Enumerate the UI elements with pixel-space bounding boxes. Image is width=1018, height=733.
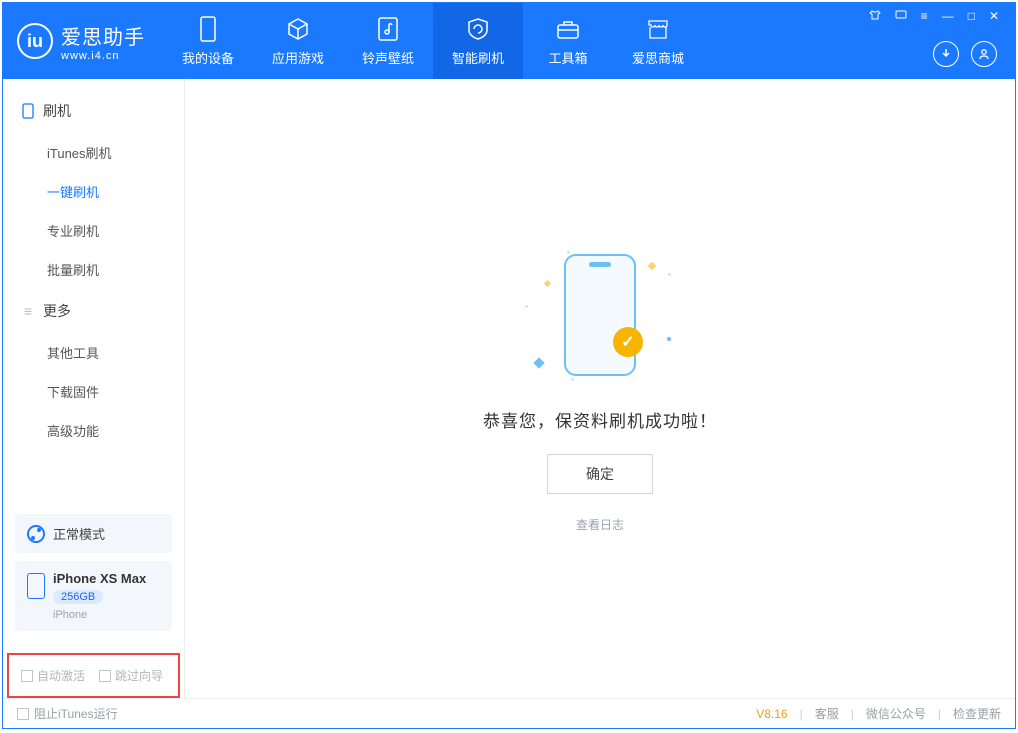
- nav-label: 工具箱: [548, 48, 587, 67]
- nav-label: 我的设备: [182, 48, 234, 67]
- list-icon: ≡: [21, 304, 35, 318]
- option-auto-activate[interactable]: 自动激活: [21, 667, 85, 684]
- sidebar-group-title: 更多: [43, 301, 71, 321]
- refresh-shield-icon: [465, 16, 491, 42]
- device-card[interactable]: iPhone XS Max 256GB iPhone: [15, 561, 172, 631]
- ok-button[interactable]: 确定: [547, 454, 653, 494]
- check-badge-icon: ✓: [613, 327, 643, 357]
- header: iu 爱思助手 www.i4.cn 我的设备 应用游戏 铃声壁纸 智能刷机: [3, 3, 1015, 79]
- top-nav: 我的设备 应用游戏 铃声壁纸 智能刷机 工具箱 爱思商城: [163, 3, 703, 79]
- device-capacity: 256GB: [53, 590, 103, 604]
- sidebar: 刷机 iTunes刷机 一键刷机 专业刷机 批量刷机 ≡ 更多 其他工具 下载固…: [3, 79, 185, 698]
- phone-small-icon: [21, 104, 35, 118]
- checkbox-icon[interactable]: [17, 708, 29, 720]
- sidebar-item-advanced[interactable]: 高级功能: [3, 411, 184, 450]
- view-log-link[interactable]: 查看日志: [576, 516, 624, 533]
- app-site: www.i4.cn: [61, 50, 145, 62]
- sparkle-icon: [533, 357, 544, 368]
- nav-label: 铃声壁纸: [362, 48, 414, 67]
- success-illustration: ✓: [515, 245, 685, 385]
- window-controls: ≡ — □ ✕: [867, 9, 1001, 24]
- menu-icon[interactable]: ≡: [919, 9, 930, 24]
- option-skip-guide[interactable]: 跳过向导: [99, 667, 163, 684]
- cube-icon: [285, 16, 311, 42]
- device-type: iPhone: [53, 609, 146, 621]
- success-message: 恭喜您，保资料刷机成功啦！: [483, 407, 717, 432]
- device-icon: [195, 16, 221, 42]
- nav-label: 爱思商城: [632, 48, 684, 67]
- app-logo: iu 爱思助手 www.i4.cn: [3, 21, 163, 62]
- sidebar-item-download-firmware[interactable]: 下载固件: [3, 372, 184, 411]
- sidebar-group-more: ≡ 更多: [3, 289, 184, 333]
- status-link-update[interactable]: 检查更新: [953, 705, 1001, 722]
- option-label: 跳过向导: [115, 667, 163, 684]
- logo-icon: iu: [17, 23, 53, 59]
- sparkle-icon: [648, 261, 656, 269]
- checkbox-icon[interactable]: [21, 670, 33, 682]
- music-icon: [375, 16, 401, 42]
- mode-icon: [27, 525, 45, 543]
- sparkle-icon: [667, 337, 671, 341]
- minimize-icon[interactable]: —: [940, 9, 956, 24]
- account-button[interactable]: [971, 41, 997, 67]
- checkbox-icon[interactable]: [99, 670, 111, 682]
- sidebar-group-flash: 刷机: [3, 89, 184, 133]
- nav-apps[interactable]: 应用游戏: [253, 3, 343, 79]
- feedback-icon[interactable]: [893, 9, 909, 24]
- download-button[interactable]: [933, 41, 959, 67]
- status-link-support[interactable]: 客服: [815, 705, 839, 722]
- nav-tools[interactable]: 工具箱: [523, 3, 613, 79]
- version: V8.16: [756, 707, 787, 721]
- sidebar-item-itunes-flash[interactable]: iTunes刷机: [3, 133, 184, 172]
- status-bar: 阻止iTunes运行 V8.16 | 客服 | 微信公众号 | 检查更新: [3, 698, 1015, 728]
- sparkle-icon: [544, 279, 551, 286]
- sidebar-group-title: 刷机: [43, 101, 71, 121]
- store-icon: [645, 16, 671, 42]
- nav-label: 智能刷机: [452, 48, 504, 67]
- block-itunes-label[interactable]: 阻止iTunes运行: [34, 705, 118, 722]
- sidebar-item-batch-flash[interactable]: 批量刷机: [3, 250, 184, 289]
- flash-options-highlighted: 自动激活 跳过向导: [7, 653, 180, 698]
- sidebar-item-pro-flash[interactable]: 专业刷机: [3, 211, 184, 250]
- device-mode-label: 正常模式: [53, 524, 105, 543]
- nav-ring[interactable]: 铃声壁纸: [343, 3, 433, 79]
- device-mode[interactable]: 正常模式: [15, 514, 172, 553]
- close-icon[interactable]: ✕: [987, 9, 1001, 24]
- toolbox-icon: [555, 16, 581, 42]
- nav-flash[interactable]: 智能刷机: [433, 3, 523, 79]
- status-link-wechat[interactable]: 微信公众号: [866, 705, 926, 722]
- maximize-icon[interactable]: □: [966, 9, 977, 24]
- device-name: iPhone XS Max: [53, 571, 146, 586]
- shirt-icon[interactable]: [867, 9, 883, 24]
- option-label: 自动激活: [37, 667, 85, 684]
- sidebar-item-other-tools[interactable]: 其他工具: [3, 333, 184, 372]
- nav-device[interactable]: 我的设备: [163, 3, 253, 79]
- sidebar-item-oneclick-flash[interactable]: 一键刷机: [3, 172, 184, 211]
- phone-illustration-icon: [564, 254, 636, 376]
- nav-store[interactable]: 爱思商城: [613, 3, 703, 79]
- app-name: 爱思助手: [61, 21, 145, 50]
- nav-label: 应用游戏: [272, 48, 324, 67]
- device-icon: [27, 573, 45, 599]
- main-content: ✓ 恭喜您，保资料刷机成功啦！ 确定 查看日志: [185, 79, 1015, 698]
